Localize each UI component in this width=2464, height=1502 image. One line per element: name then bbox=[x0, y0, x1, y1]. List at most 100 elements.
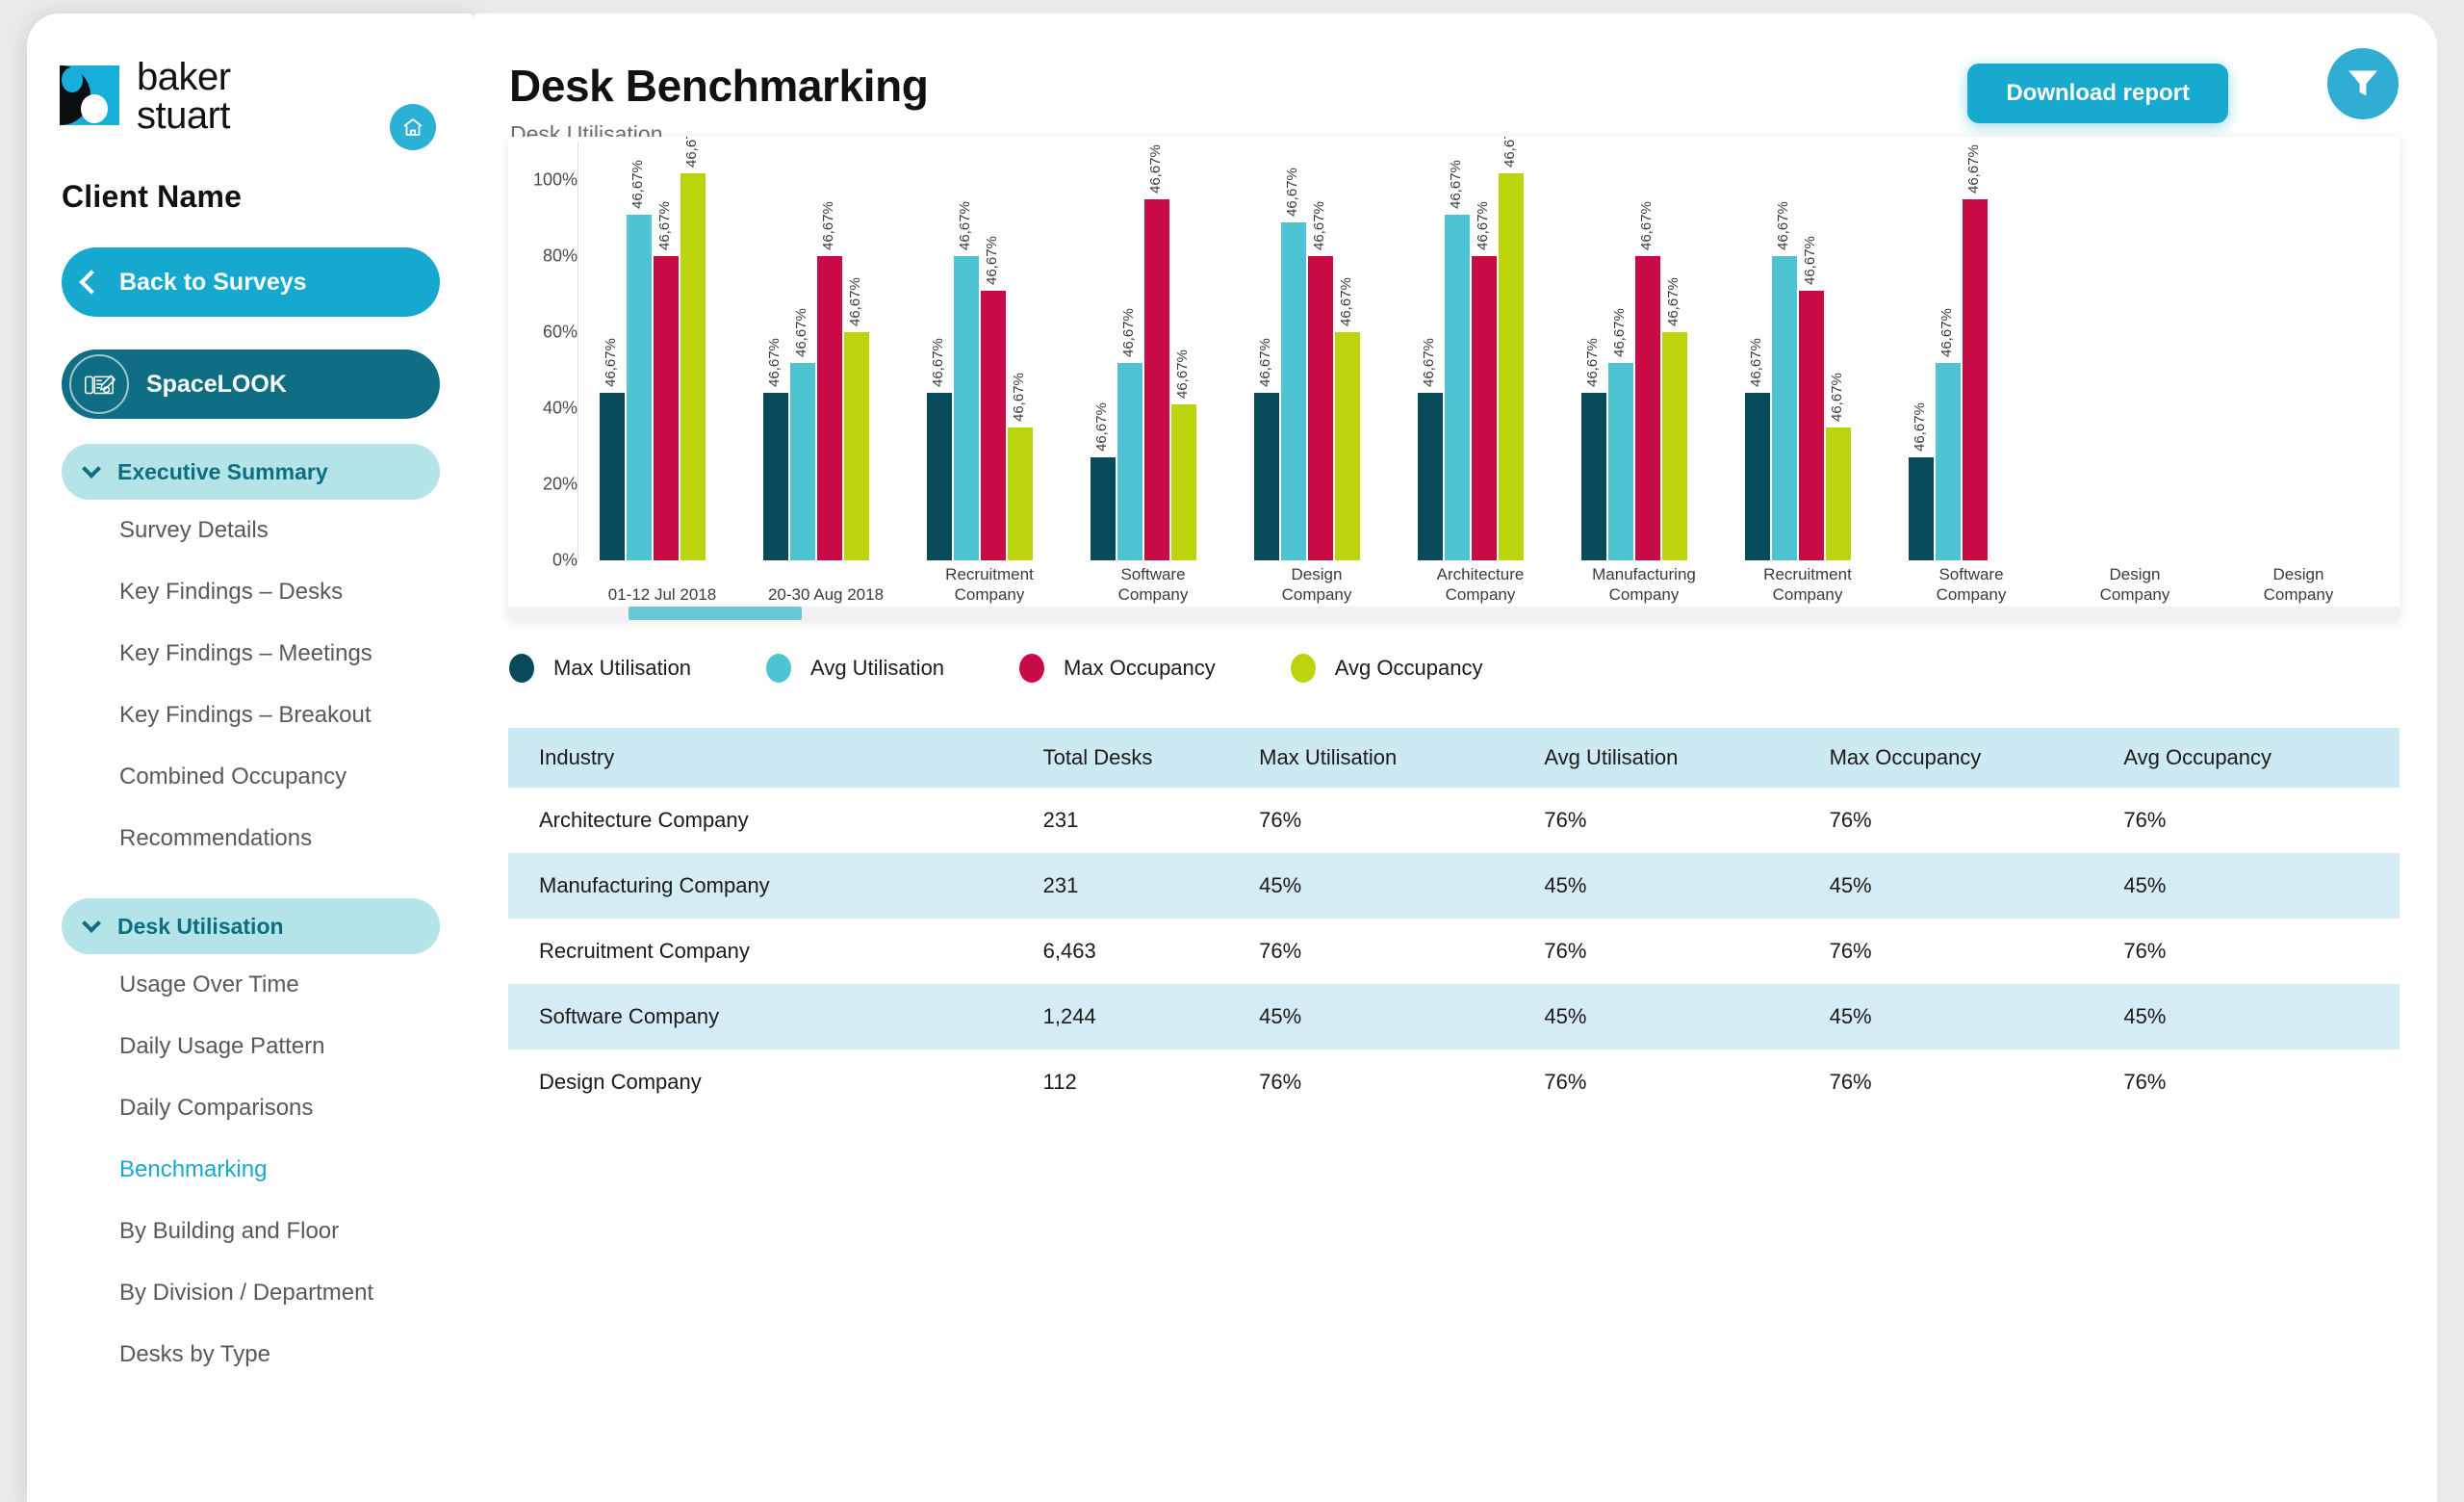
chart-legend: Max Utilisation Avg Utilisation Max Occupa… bbox=[509, 654, 1557, 683]
page-title: Desk Benchmarking bbox=[509, 61, 929, 111]
legend-item[interactable]: Avg Occupancy bbox=[1290, 654, 1482, 683]
filter-toggle-button[interactable] bbox=[2327, 48, 2399, 119]
chart-bar[interactable] bbox=[790, 362, 815, 560]
x-axis-tick: 01-12 Jul 2018 bbox=[607, 585, 717, 604]
legend-item[interactable]: Max Occupancy bbox=[1019, 654, 1216, 683]
chart-bar[interactable] bbox=[1909, 457, 1934, 560]
chart-bar[interactable] bbox=[1335, 332, 1360, 560]
chart-bar[interactable] bbox=[1581, 393, 1606, 560]
chart-bar[interactable] bbox=[817, 256, 842, 560]
table-row[interactable]: Architecture Company 231 76% 76% 76% 76% bbox=[508, 788, 2400, 853]
legend-item[interactable]: Avg Utilisation bbox=[766, 654, 944, 683]
sidebar-item-by-division-department[interactable]: By Division / Department bbox=[119, 1262, 475, 1324]
chart-bar[interactable] bbox=[600, 393, 625, 560]
bar-value-label: 46,67% bbox=[793, 307, 809, 357]
sidebar-item-daily-comparisons[interactable]: Daily Comparisons bbox=[119, 1077, 475, 1139]
bar-group: 46,67% 46,67% 46,67% 46,67% bbox=[1254, 142, 1399, 560]
sidebar-item-combined-occupancy[interactable]: Combined Occupancy bbox=[119, 746, 475, 808]
chart-bar[interactable] bbox=[1635, 256, 1660, 560]
table-cell: 45% bbox=[1829, 1004, 1872, 1028]
chart-bar[interactable] bbox=[1171, 404, 1196, 560]
chart-bar[interactable] bbox=[1936, 362, 1961, 560]
chart-bar[interactable] bbox=[1144, 199, 1169, 560]
chart-bar[interactable] bbox=[1963, 199, 1988, 560]
table-cell: 1,244 bbox=[1042, 1004, 1096, 1028]
sidebar-item-usage-over-time[interactable]: Usage Over Time bbox=[119, 954, 475, 1016]
chart-bar[interactable] bbox=[844, 332, 869, 560]
chart-horizontal-scrollbar[interactable] bbox=[508, 607, 2400, 620]
table-cell: 76% bbox=[1829, 939, 1872, 963]
chart-bar[interactable] bbox=[981, 290, 1006, 560]
table-cell: 76% bbox=[2123, 808, 2167, 832]
table-header-row: Industry Total Desks Max Utilisation Avg… bbox=[508, 728, 2400, 788]
bar-value-label: 46,67% bbox=[1748, 338, 1764, 388]
chart-bar[interactable] bbox=[1772, 256, 1797, 560]
x-axis-tick: Recruitment Company bbox=[945, 565, 1034, 604]
chart-bar[interactable] bbox=[1445, 214, 1470, 560]
spacelook-icon bbox=[69, 354, 129, 414]
legend-label: Avg Utilisation bbox=[810, 656, 945, 680]
sidebar-group-executive-summary[interactable]: Executive Summary bbox=[62, 444, 440, 500]
bar-value-label: 46,67% bbox=[1611, 307, 1628, 357]
chart-bar[interactable] bbox=[954, 256, 979, 560]
sidebar-item-survey-details[interactable]: Survey Details bbox=[119, 500, 475, 561]
table-cell: Architecture Company bbox=[539, 808, 749, 832]
chart-bar[interactable] bbox=[1281, 221, 1306, 560]
chart-bar[interactable] bbox=[1662, 332, 1687, 560]
sidebar-item-daily-usage-pattern[interactable]: Daily Usage Pattern bbox=[119, 1016, 475, 1077]
chart-bar[interactable] bbox=[1008, 427, 1033, 560]
bar-group: 46,67% 46,67% 46,67% 46,67% bbox=[600, 137, 744, 560]
table-cell: 6,463 bbox=[1042, 939, 1096, 963]
chart-bar[interactable] bbox=[1745, 393, 1770, 560]
sidebar-item-key-findings-desks[interactable]: Key Findings – Desks bbox=[119, 561, 475, 623]
chart-bar[interactable] bbox=[1499, 172, 1524, 560]
bar-value-label: 46,67% bbox=[1011, 373, 1027, 422]
sidebar-item-key-findings-breakout[interactable]: Key Findings – Breakout bbox=[119, 685, 475, 746]
download-report-button[interactable]: Download report bbox=[1967, 64, 2228, 123]
legend-color-swatch bbox=[1019, 654, 1045, 683]
chart-bar[interactable] bbox=[1472, 256, 1497, 560]
back-to-surveys-button[interactable]: Back to Surveys bbox=[62, 247, 440, 317]
table-row[interactable]: Recruitment Company 6,463 76% 76% 76% 76% bbox=[508, 919, 2400, 984]
table-cell: 45% bbox=[1259, 873, 1302, 897]
chart-bar[interactable] bbox=[1418, 393, 1443, 560]
chart-bar[interactable] bbox=[927, 393, 952, 560]
bar-value-label: 46,67% bbox=[1775, 201, 1791, 251]
spacelook-button[interactable]: SpaceLOOK bbox=[62, 350, 440, 419]
chart-bar[interactable] bbox=[627, 214, 652, 560]
chart-scroll-thumb[interactable] bbox=[629, 607, 802, 620]
table-cell: 76% bbox=[1544, 808, 1587, 832]
bar-value-label: 46,67% bbox=[656, 201, 673, 251]
home-icon[interactable] bbox=[390, 104, 436, 150]
column-header-avg-occupancy: Avg Occupancy bbox=[2123, 745, 2272, 769]
chart-bar[interactable] bbox=[1799, 290, 1824, 560]
sidebar-item-by-building-and-floor[interactable]: By Building and Floor bbox=[119, 1201, 475, 1262]
chart-bar[interactable] bbox=[680, 172, 706, 560]
x-axis-tick: Recruitment Company bbox=[1763, 565, 1852, 604]
sidebar-item-recommendations[interactable]: Recommendations bbox=[119, 808, 475, 869]
bar-value-label: 46,67% bbox=[603, 338, 619, 388]
chart-bar[interactable] bbox=[1308, 256, 1333, 560]
bar-value-label: 46,67% bbox=[1502, 137, 1518, 168]
sidebar-item-key-findings-meetings[interactable]: Key Findings – Meetings bbox=[119, 623, 475, 685]
table-row[interactable]: Software Company 1,244 45% 45% 45% 45% bbox=[508, 984, 2400, 1049]
chart-bar[interactable] bbox=[654, 256, 679, 560]
sidebar-item-desks-by-type[interactable]: Desks by Type bbox=[119, 1324, 475, 1385]
table-row[interactable]: Manufacturing Company 231 45% 45% 45% 45% bbox=[508, 853, 2400, 919]
chart-bar[interactable] bbox=[1254, 393, 1279, 560]
chart-bar[interactable] bbox=[1826, 427, 1851, 560]
sidebar-group-desk-utilisation[interactable]: Desk Utilisation bbox=[62, 898, 440, 954]
table-cell: 76% bbox=[1259, 1070, 1302, 1094]
bar-value-label: 46,67% bbox=[1120, 307, 1137, 357]
table-cell: Software Company bbox=[539, 1004, 720, 1028]
chart-bar[interactable] bbox=[1608, 362, 1633, 560]
chart-bar[interactable] bbox=[763, 393, 788, 560]
table-row[interactable]: Design Company 112 76% 76% 76% 76% bbox=[508, 1049, 2400, 1115]
chart-bar[interactable] bbox=[1091, 457, 1116, 560]
bar-value-label: 46,67% bbox=[1147, 144, 1164, 194]
chevron-left-icon bbox=[79, 270, 104, 295]
legend-item[interactable]: Max Utilisation bbox=[509, 654, 691, 683]
sidebar-item-benchmarking[interactable]: Benchmarking bbox=[119, 1139, 475, 1201]
main-content: Desk Benchmarking Desk Utilisation Downl… bbox=[475, 13, 2437, 1502]
chart-bar[interactable] bbox=[1117, 362, 1142, 560]
